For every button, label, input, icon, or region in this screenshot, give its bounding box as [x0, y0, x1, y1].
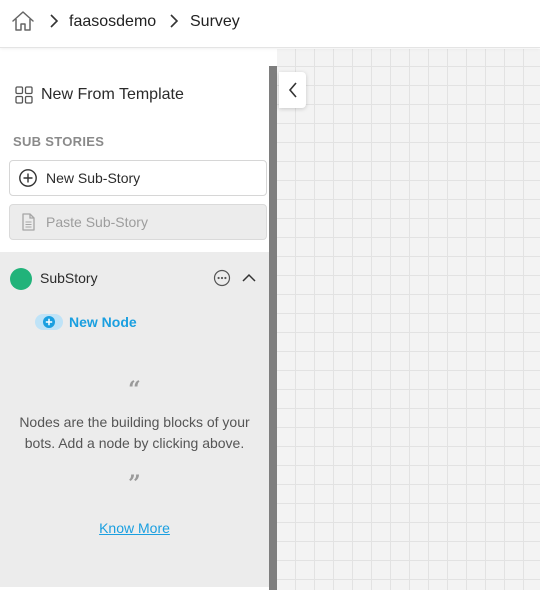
close-quote-icon: ”	[128, 471, 141, 497]
grid-icon	[15, 86, 33, 104]
empty-state-line-2: bots. Add a node by clicking above.	[24, 435, 245, 451]
chevron-right-icon	[50, 14, 59, 28]
document-icon	[22, 213, 35, 231]
empty-state-text: Nodes are the building blocks of your bo…	[0, 412, 269, 454]
new-from-template-button[interactable]: New From Template	[14, 84, 184, 106]
collapse-sidebar-button[interactable]	[279, 72, 306, 108]
new-node-label: New Node	[69, 314, 137, 330]
know-more-container: Know More	[0, 520, 269, 536]
breadcrumb-survey[interactable]: Survey	[190, 13, 240, 31]
chevron-right-icon	[170, 14, 179, 28]
breadcrumb-faasosdemo[interactable]: faasosdemo	[69, 13, 156, 31]
new-from-template-label: New From Template	[41, 86, 184, 103]
empty-state-line-1: Nodes are the building blocks of your	[19, 414, 250, 430]
add-node-icon	[35, 314, 63, 330]
open-quote-icon: “	[128, 377, 141, 403]
home-icon[interactable]	[10, 8, 36, 34]
know-more-link[interactable]: Know More	[99, 520, 170, 536]
paste-sub-story-button[interactable]: Paste Sub-Story	[9, 204, 267, 240]
more-options-icon[interactable]	[213, 269, 231, 287]
chevron-up-icon[interactable]	[240, 270, 258, 286]
new-sub-story-label: New Sub-Story	[46, 170, 141, 186]
new-node-button[interactable]: New Node	[35, 312, 137, 332]
top-bar: faasosdemo Survey	[0, 0, 540, 48]
chevron-left-icon	[288, 82, 297, 98]
substory-panel: SubStory New Node “ Nodes are the buildi…	[0, 252, 269, 587]
substory-name[interactable]: SubStory	[40, 270, 98, 286]
sub-stories-heading: SUB STORIES	[13, 134, 105, 149]
sidebar-scrollbar[interactable]	[269, 66, 277, 590]
substory-status-dot	[10, 268, 32, 290]
plus-circle-icon	[19, 169, 37, 187]
paste-sub-story-label: Paste Sub-Story	[46, 214, 148, 230]
new-sub-story-button[interactable]: New Sub-Story	[9, 160, 267, 196]
flow-canvas[interactable]	[277, 49, 540, 590]
